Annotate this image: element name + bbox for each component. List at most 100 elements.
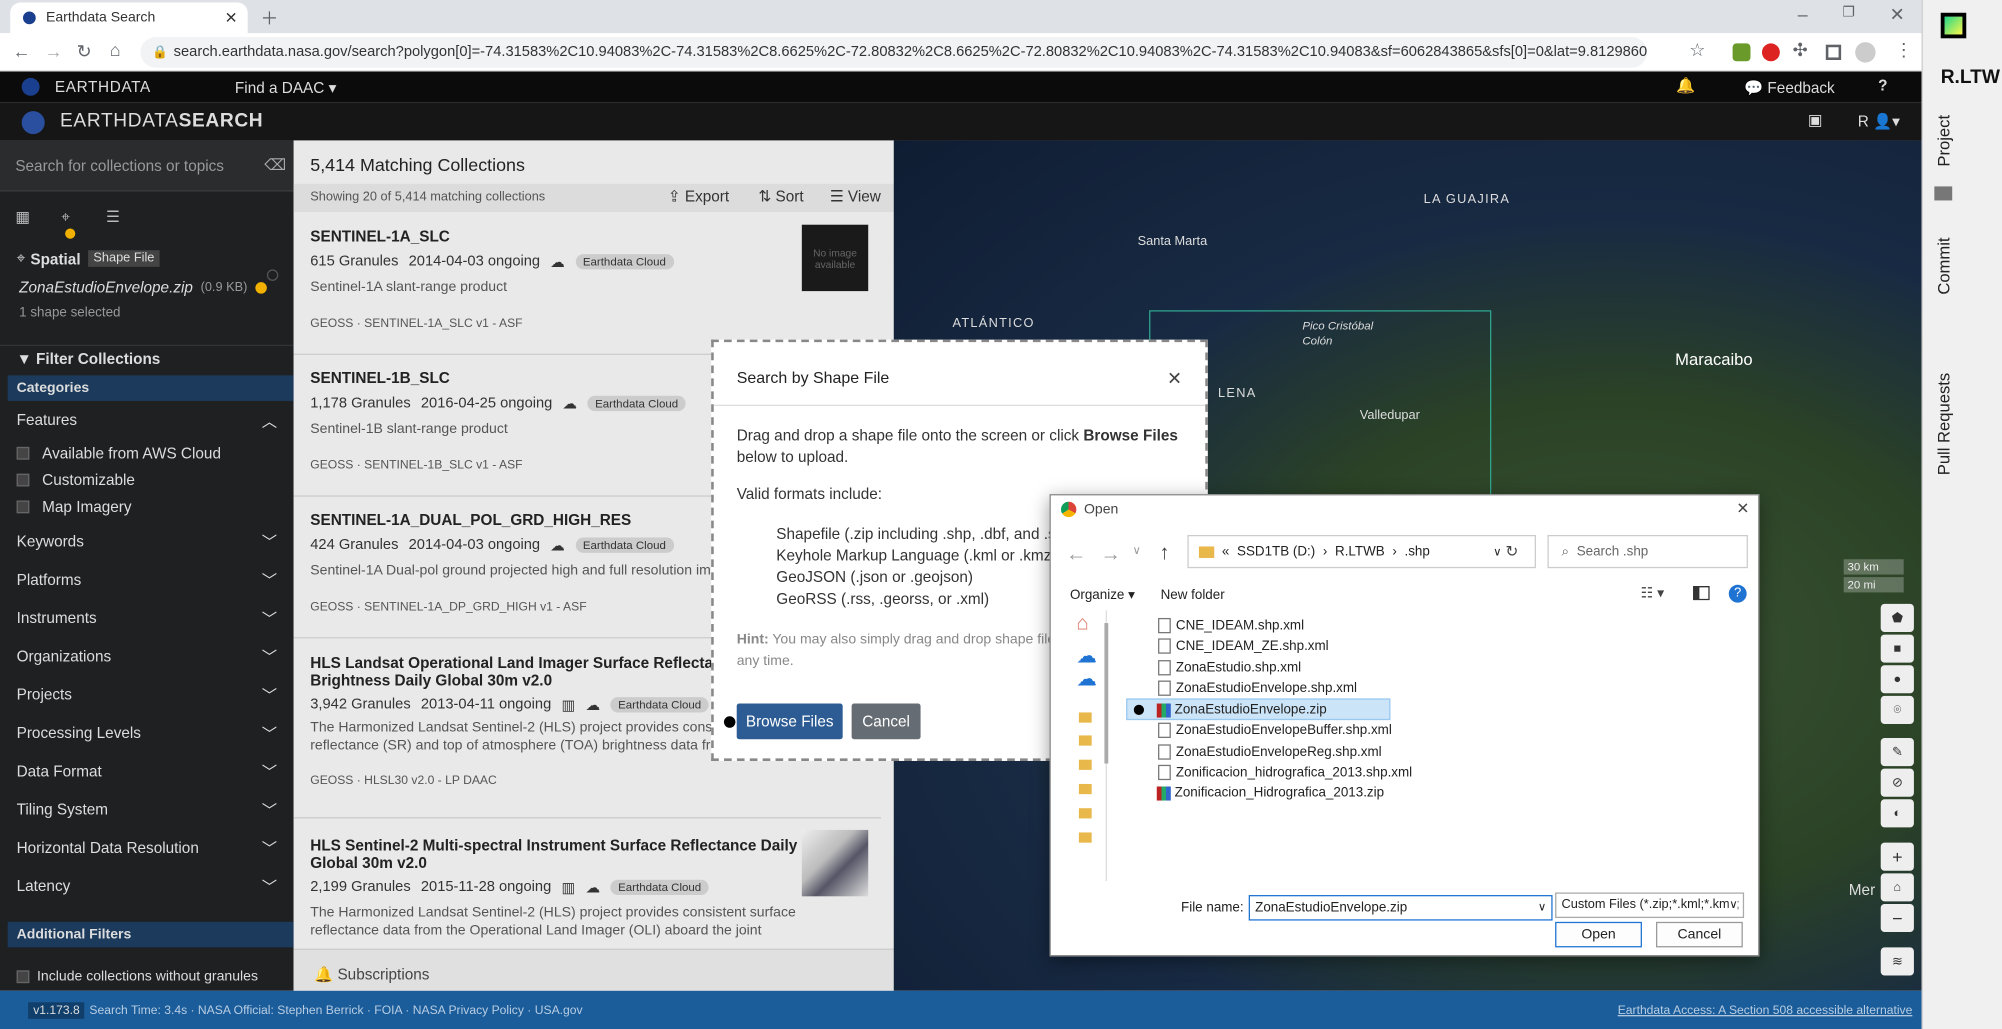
feature-option[interactable]: Available from AWS Cloud: [16, 444, 221, 462]
folder-icon[interactable]: [1078, 712, 1092, 723]
close-tab-icon[interactable]: ✕: [225, 9, 238, 27]
close-window-icon[interactable]: ✕: [1890, 4, 1905, 26]
draw-rectangle-icon[interactable]: ■: [1880, 634, 1914, 663]
facet-features[interactable]: Features ︿: [17, 401, 277, 439]
collection-card[interactable]: HLS Sentinel-2 Multi-spectral Instrument…: [310, 836, 872, 938]
collection-title-line2[interactable]: Global 30m v2.0: [310, 854, 872, 872]
file-row[interactable]: ZonaEstudioEnvelopeReg.shp.xml: [1158, 742, 1382, 762]
facet-data-format[interactable]: Data Format ﹀: [17, 752, 277, 790]
projection-icon[interactable]: ◐: [1880, 799, 1914, 828]
reload-icon[interactable]: ↻: [77, 41, 92, 63]
sort-button[interactable]: ⇅ Sort: [758, 188, 803, 206]
facet-keywords[interactable]: Keywords ﹀: [17, 522, 277, 560]
draw-circle-icon[interactable]: ●: [1880, 665, 1914, 694]
project-tab[interactable]: Project: [1934, 115, 1953, 167]
checkbox[interactable]: [16, 970, 30, 984]
onedrive-icon[interactable]: ☁: [1076, 666, 1096, 692]
notification-bell-icon[interactable]: 🔔: [1676, 77, 1695, 95]
checkbox[interactable]: [16, 473, 30, 487]
close-dialog-icon[interactable]: ✕: [1736, 499, 1749, 517]
zoom-out-icon[interactable]: −: [1880, 903, 1914, 933]
pull-requests-tab[interactable]: Pull Requests: [1934, 373, 1953, 475]
feature-option[interactable]: Customizable: [16, 471, 135, 489]
checkbox[interactable]: [16, 500, 30, 514]
facet-processing-levels[interactable]: Processing Levels ﹀: [17, 714, 277, 752]
back-icon[interactable]: ←: [1066, 544, 1086, 567]
file-row[interactable]: CNE_IDEAM_ZE.shp.xml: [1158, 636, 1329, 656]
folder-icon[interactable]: [1078, 735, 1092, 746]
facet-latency[interactable]: Latency ﹀: [17, 867, 277, 905]
facet-platforms[interactable]: Platforms ﹀: [17, 561, 277, 599]
layers-icon[interactable]: ≋: [1880, 947, 1914, 976]
feature-option[interactable]: Map Imagery: [16, 498, 132, 516]
path-bar[interactable]: « SSD1TB (D:) › R.LTWB › .shp ∨: [1187, 534, 1536, 569]
new-folder-button[interactable]: New folder: [1161, 587, 1225, 602]
file-row[interactable]: ZonaEstudioEnvelope.shp.xml: [1158, 678, 1357, 698]
help-icon[interactable]: ?: [1728, 584, 1747, 603]
collection-title[interactable]: SENTINEL-1A_SLC: [310, 227, 872, 245]
file-row[interactable]: CNE_IDEAM.shp.xml: [1158, 615, 1304, 635]
browser-menu-icon[interactable]: ⋮: [1895, 40, 1913, 62]
chevron-down-icon[interactable]: ∨: [1538, 900, 1546, 914]
list-icon[interactable]: ☰: [106, 208, 120, 226]
facet-projects[interactable]: Projects ﹀: [17, 675, 277, 713]
back-icon[interactable]: ←: [13, 41, 31, 61]
include-without-granules-option[interactable]: Include collections without granules: [16, 969, 258, 984]
view-options-icon[interactable]: ☷ ▾: [1641, 585, 1665, 601]
commit-tab[interactable]: Commit: [1934, 237, 1953, 294]
save-project-icon[interactable]: ▣: [1808, 111, 1822, 129]
open-button[interactable]: Open: [1555, 921, 1642, 948]
new-tab-icon[interactable]: ＋: [260, 5, 278, 31]
checkbox[interactable]: [16, 446, 30, 460]
clear-search-icon[interactable]: ⌫: [264, 156, 286, 174]
facet-instruments[interactable]: Instruments ﹀: [17, 599, 277, 637]
collection-search-input[interactable]: Search for collections or topics ⌫: [0, 140, 294, 192]
subscriptions-bar[interactable]: 🔔 Subscriptions: [293, 948, 894, 991]
restore-icon[interactable]: ❐: [1842, 4, 1855, 21]
extension-icon[interactable]: [1732, 43, 1751, 62]
feedback-link[interactable]: 💬 Feedback: [1744, 79, 1835, 97]
sidepanel-icon[interactable]: [1825, 44, 1842, 61]
up-folder-icon[interactable]: ↑: [1159, 543, 1169, 566]
adblock-icon[interactable]: [1761, 43, 1780, 62]
puzzle-extensions-icon[interactable]: ✣: [1793, 40, 1808, 62]
refresh-icon[interactable]: ↻: [1505, 543, 1518, 561]
browser-tab[interactable]: Earthdata Search ✕: [10, 2, 248, 34]
app-title[interactable]: EARTHDATASEARCH: [60, 110, 263, 132]
file-row[interactable]: ZonaEstudioEnvelopeBuffer.shp.xml: [1158, 720, 1392, 740]
organize-menu[interactable]: Organize ▾: [1070, 587, 1135, 602]
bookmark-star-icon[interactable]: ☆: [1689, 40, 1705, 62]
onedrive-icon[interactable]: ☁: [1076, 644, 1096, 670]
profile-avatar[interactable]: [1855, 42, 1876, 63]
preview-pane-icon[interactable]: [1693, 586, 1710, 601]
close-icon[interactable]: ✕: [1167, 368, 1182, 390]
recent-dropdown-icon[interactable]: ∨: [1133, 544, 1141, 558]
file-row[interactable]: Zonificacion_hidrografica_2013.shp.xml: [1158, 762, 1412, 782]
collection-title[interactable]: HLS Sentinel-2 Multi-spectral Instrument…: [310, 836, 872, 854]
calendar-icon[interactable]: ▦: [15, 208, 29, 226]
facet-tiling-system[interactable]: Tiling System ﹀: [17, 790, 277, 828]
file-row-selected[interactable]: ZonaEstudioEnvelope.zip: [1156, 700, 1327, 720]
chevron-down-icon[interactable]: ∨: [1493, 545, 1501, 559]
forward-icon[interactable]: →: [45, 41, 63, 61]
folder-icon[interactable]: [1078, 783, 1092, 795]
footer-links[interactable]: Search Time: 3.4s · NASA Official: Steph…: [89, 1004, 582, 1018]
url-bar[interactable]: 🔒 search.earthdata.nasa.gov/search?polyg…: [140, 37, 1648, 68]
minimize-icon[interactable]: –: [1798, 4, 1808, 24]
search-shp-input[interactable]: ⌕ Search .shp: [1547, 534, 1748, 569]
facet-organizations[interactable]: Organizations ﹀: [17, 637, 277, 675]
earthdata-brand[interactable]: EARTHDATA: [55, 78, 151, 96]
user-menu[interactable]: R 👤▾: [1858, 112, 1900, 130]
file-type-select[interactable]: Custom Files (*.zip;*.kml;*.kmz; ∨: [1555, 892, 1745, 919]
home-icon[interactable]: ⌂: [110, 40, 121, 60]
draw-point-icon[interactable]: ⌾: [1880, 695, 1914, 724]
view-button[interactable]: ☰ View: [830, 188, 881, 206]
folder-icon[interactable]: [1078, 759, 1092, 770]
cancel-button[interactable]: Cancel: [1655, 921, 1743, 948]
file-name-input[interactable]: ZonaEstudioEnvelope.zip ∨: [1248, 895, 1553, 921]
export-button[interactable]: ⇪ Export: [668, 188, 729, 206]
spatial-remove-icon[interactable]: [266, 269, 279, 281]
shape-file-badge[interactable]: Shape File: [88, 250, 160, 267]
help-icon[interactable]: ?: [1878, 77, 1887, 95]
home-map-icon[interactable]: ⌂: [1880, 873, 1914, 902]
